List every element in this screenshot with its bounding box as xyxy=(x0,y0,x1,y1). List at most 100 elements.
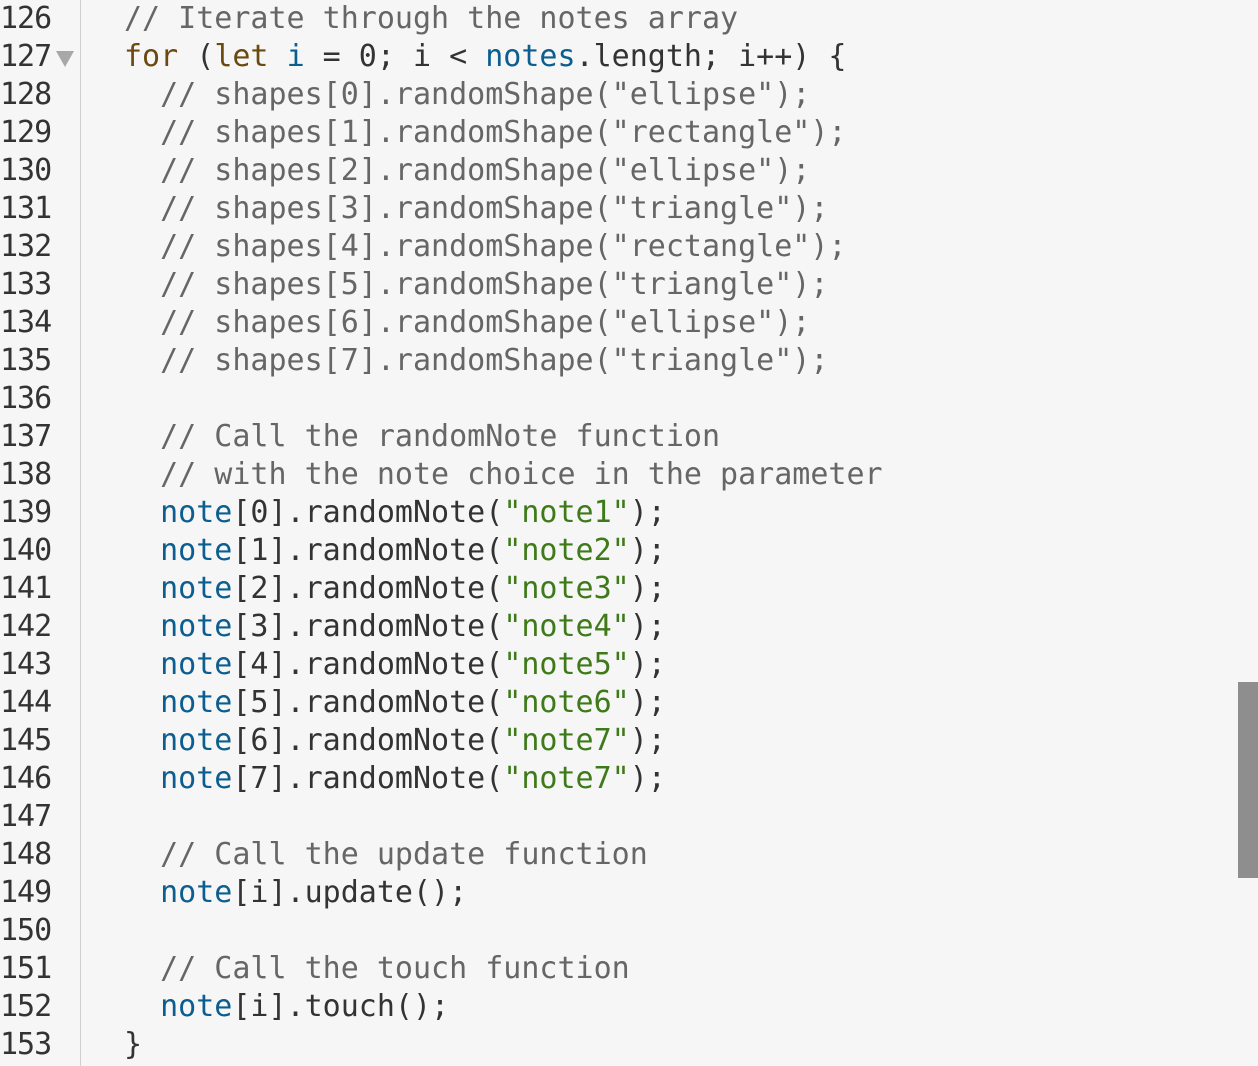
line-number: 136 xyxy=(0,381,52,416)
code-token: // shapes[2].randomShape("ellipse"); xyxy=(124,153,811,188)
code-line[interactable]: 150 xyxy=(0,912,1236,950)
code-token: ); xyxy=(629,571,666,606)
code-line[interactable]: 144 note[5].randomNote("note6"); xyxy=(0,684,1236,722)
code-text[interactable]: note[3].randomNote("note4"); xyxy=(124,608,666,646)
code-text[interactable]: // Call the touch function xyxy=(124,950,630,988)
line-number: 135 xyxy=(0,343,52,378)
code-text[interactable]: note[i].update(); xyxy=(124,874,467,912)
code-token: "note2" xyxy=(503,533,630,568)
code-line[interactable]: 135 // shapes[7].randomShape("triangle")… xyxy=(0,342,1236,380)
code-line[interactable]: 126 // Iterate through the notes array xyxy=(0,0,1236,38)
line-number: 147 xyxy=(0,799,52,834)
code-line[interactable]: 132 // shapes[4].randomShape("rectangle"… xyxy=(0,228,1236,266)
code-token: // shapes[6].randomShape("ellipse"); xyxy=(124,305,811,340)
code-line[interactable]: 139 note[0].randomNote("note1"); xyxy=(0,494,1236,532)
code-line[interactable]: 149 note[i].update(); xyxy=(0,874,1236,912)
code-token: ); xyxy=(629,761,666,796)
line-number: 127 xyxy=(0,39,52,74)
code-token: [6].randomNote( xyxy=(232,723,504,758)
line-number: 152 xyxy=(0,989,52,1024)
code-text[interactable]: // shapes[0].randomShape("ellipse"); xyxy=(124,76,810,114)
code-text[interactable]: note[6].randomNote("note7"); xyxy=(124,722,666,760)
code-text[interactable]: for (let i = 0; i < notes.length; i++) { xyxy=(124,38,847,76)
code-text[interactable]: note[4].randomNote("note5"); xyxy=(124,646,666,684)
vertical-scrollbar-thumb[interactable] xyxy=(1238,682,1258,878)
code-token: [3].randomNote( xyxy=(232,609,504,644)
code-text[interactable]: // shapes[3].randomShape("triangle"); xyxy=(124,190,828,228)
code-line[interactable]: 140 note[1].randomNote("note2"); xyxy=(0,532,1236,570)
code-token: ); xyxy=(629,495,666,530)
code-line[interactable]: 138 // with the note choice in the param… xyxy=(0,456,1236,494)
code-line[interactable]: 134 // shapes[6].randomShape("ellipse"); xyxy=(0,304,1236,342)
code-text[interactable]: // Iterate through the notes array xyxy=(124,0,738,38)
code-text[interactable]: // with the note choice in the parameter xyxy=(124,456,882,494)
code-line[interactable]: 152 note[i].touch(); xyxy=(0,988,1236,1026)
code-text[interactable]: note[1].randomNote("note2"); xyxy=(124,532,666,570)
code-token: "note3" xyxy=(503,571,630,606)
code-line[interactable]: 153} xyxy=(0,1026,1236,1064)
code-line[interactable]: 143 note[4].randomNote("note5"); xyxy=(0,646,1236,684)
code-text[interactable]: note[i].touch(); xyxy=(124,988,449,1026)
code-line[interactable]: 142 note[3].randomNote("note4"); xyxy=(0,608,1236,646)
code-line[interactable]: 151 // Call the touch function xyxy=(0,950,1236,988)
code-token: [4].randomNote( xyxy=(232,647,504,682)
code-text[interactable]: // shapes[2].randomShape("ellipse"); xyxy=(124,152,810,190)
code-line[interactable]: 127 for (let i = 0; i < notes.length; i++… xyxy=(0,38,1236,76)
code-token: "note5" xyxy=(503,647,630,682)
line-number: 138 xyxy=(0,457,52,492)
code-token: [i].update(); xyxy=(232,875,468,910)
code-line[interactable]: 141 note[2].randomNote("note3"); xyxy=(0,570,1236,608)
code-token: // shapes[1].randomShape("rectangle"); xyxy=(124,115,847,150)
code-token: // shapes[5].randomShape("triangle"); xyxy=(124,267,829,302)
code-editor[interactable]: 126// Iterate through the notes array 127… xyxy=(0,0,1258,1066)
code-text[interactable]: note[0].randomNote("note1"); xyxy=(124,494,666,532)
line-number: 143 xyxy=(0,647,52,682)
code-text[interactable]: // shapes[6].randomShape("ellipse"); xyxy=(124,304,810,342)
code-token: note xyxy=(160,609,233,644)
code-token: } xyxy=(124,1027,143,1062)
line-number: 150 xyxy=(0,913,52,948)
fold-triangle-icon[interactable] xyxy=(56,51,74,67)
line-number: 148 xyxy=(0,837,52,872)
code-text[interactable]: // shapes[1].randomShape("rectangle"); xyxy=(124,114,846,152)
code-lines[interactable]: 126// Iterate through the notes array 127… xyxy=(0,0,1236,1064)
code-line[interactable]: 146 note[7].randomNote("note7"); xyxy=(0,760,1236,798)
code-text[interactable]: } xyxy=(124,1026,142,1064)
code-text[interactable]: note[5].randomNote("note6"); xyxy=(124,684,666,722)
code-token: "note1" xyxy=(503,495,630,530)
code-token: // Call the update function xyxy=(124,837,648,872)
code-token: note xyxy=(160,495,233,530)
code-line[interactable]: 128 // shapes[0].randomShape("ellipse"); xyxy=(0,76,1236,114)
code-text[interactable]: note[2].randomNote("note3"); xyxy=(124,570,666,608)
code-token: [7].randomNote( xyxy=(232,761,504,796)
code-line[interactable]: 131 // shapes[3].randomShape("triangle")… xyxy=(0,190,1236,228)
code-text[interactable]: // shapes[4].randomShape("rectangle"); xyxy=(124,228,846,266)
line-number: 128 xyxy=(0,77,52,112)
line-number: 126 xyxy=(0,1,52,36)
code-text[interactable]: // Call the update function xyxy=(124,836,648,874)
code-line[interactable]: 130 // shapes[2].randomShape("ellipse"); xyxy=(0,152,1236,190)
code-text[interactable]: // Call the randomNote function xyxy=(124,418,720,456)
code-line[interactable]: 129 // shapes[1].randomShape("rectangle"… xyxy=(0,114,1236,152)
code-token: "note7" xyxy=(503,761,630,796)
code-line[interactable]: 145 note[6].randomNote("note7"); xyxy=(0,722,1236,760)
code-text[interactable]: note[7].randomNote("note7"); xyxy=(124,760,666,798)
line-number: 134 xyxy=(0,305,52,340)
code-token: note xyxy=(160,647,233,682)
code-text[interactable]: // shapes[7].randomShape("triangle"); xyxy=(124,342,828,380)
code-line[interactable]: 137 // Call the randomNote function xyxy=(0,418,1236,456)
code-token: note xyxy=(160,723,233,758)
code-token: let xyxy=(214,39,269,74)
code-line[interactable]: 133 // shapes[5].randomShape("triangle")… xyxy=(0,266,1236,304)
code-line[interactable]: 136 xyxy=(0,380,1236,418)
code-text[interactable]: // shapes[5].randomShape("triangle"); xyxy=(124,266,828,304)
code-line[interactable]: 147 xyxy=(0,798,1236,836)
code-token: [0].randomNote( xyxy=(232,495,504,530)
code-line[interactable]: 148 // Call the update function xyxy=(0,836,1236,874)
